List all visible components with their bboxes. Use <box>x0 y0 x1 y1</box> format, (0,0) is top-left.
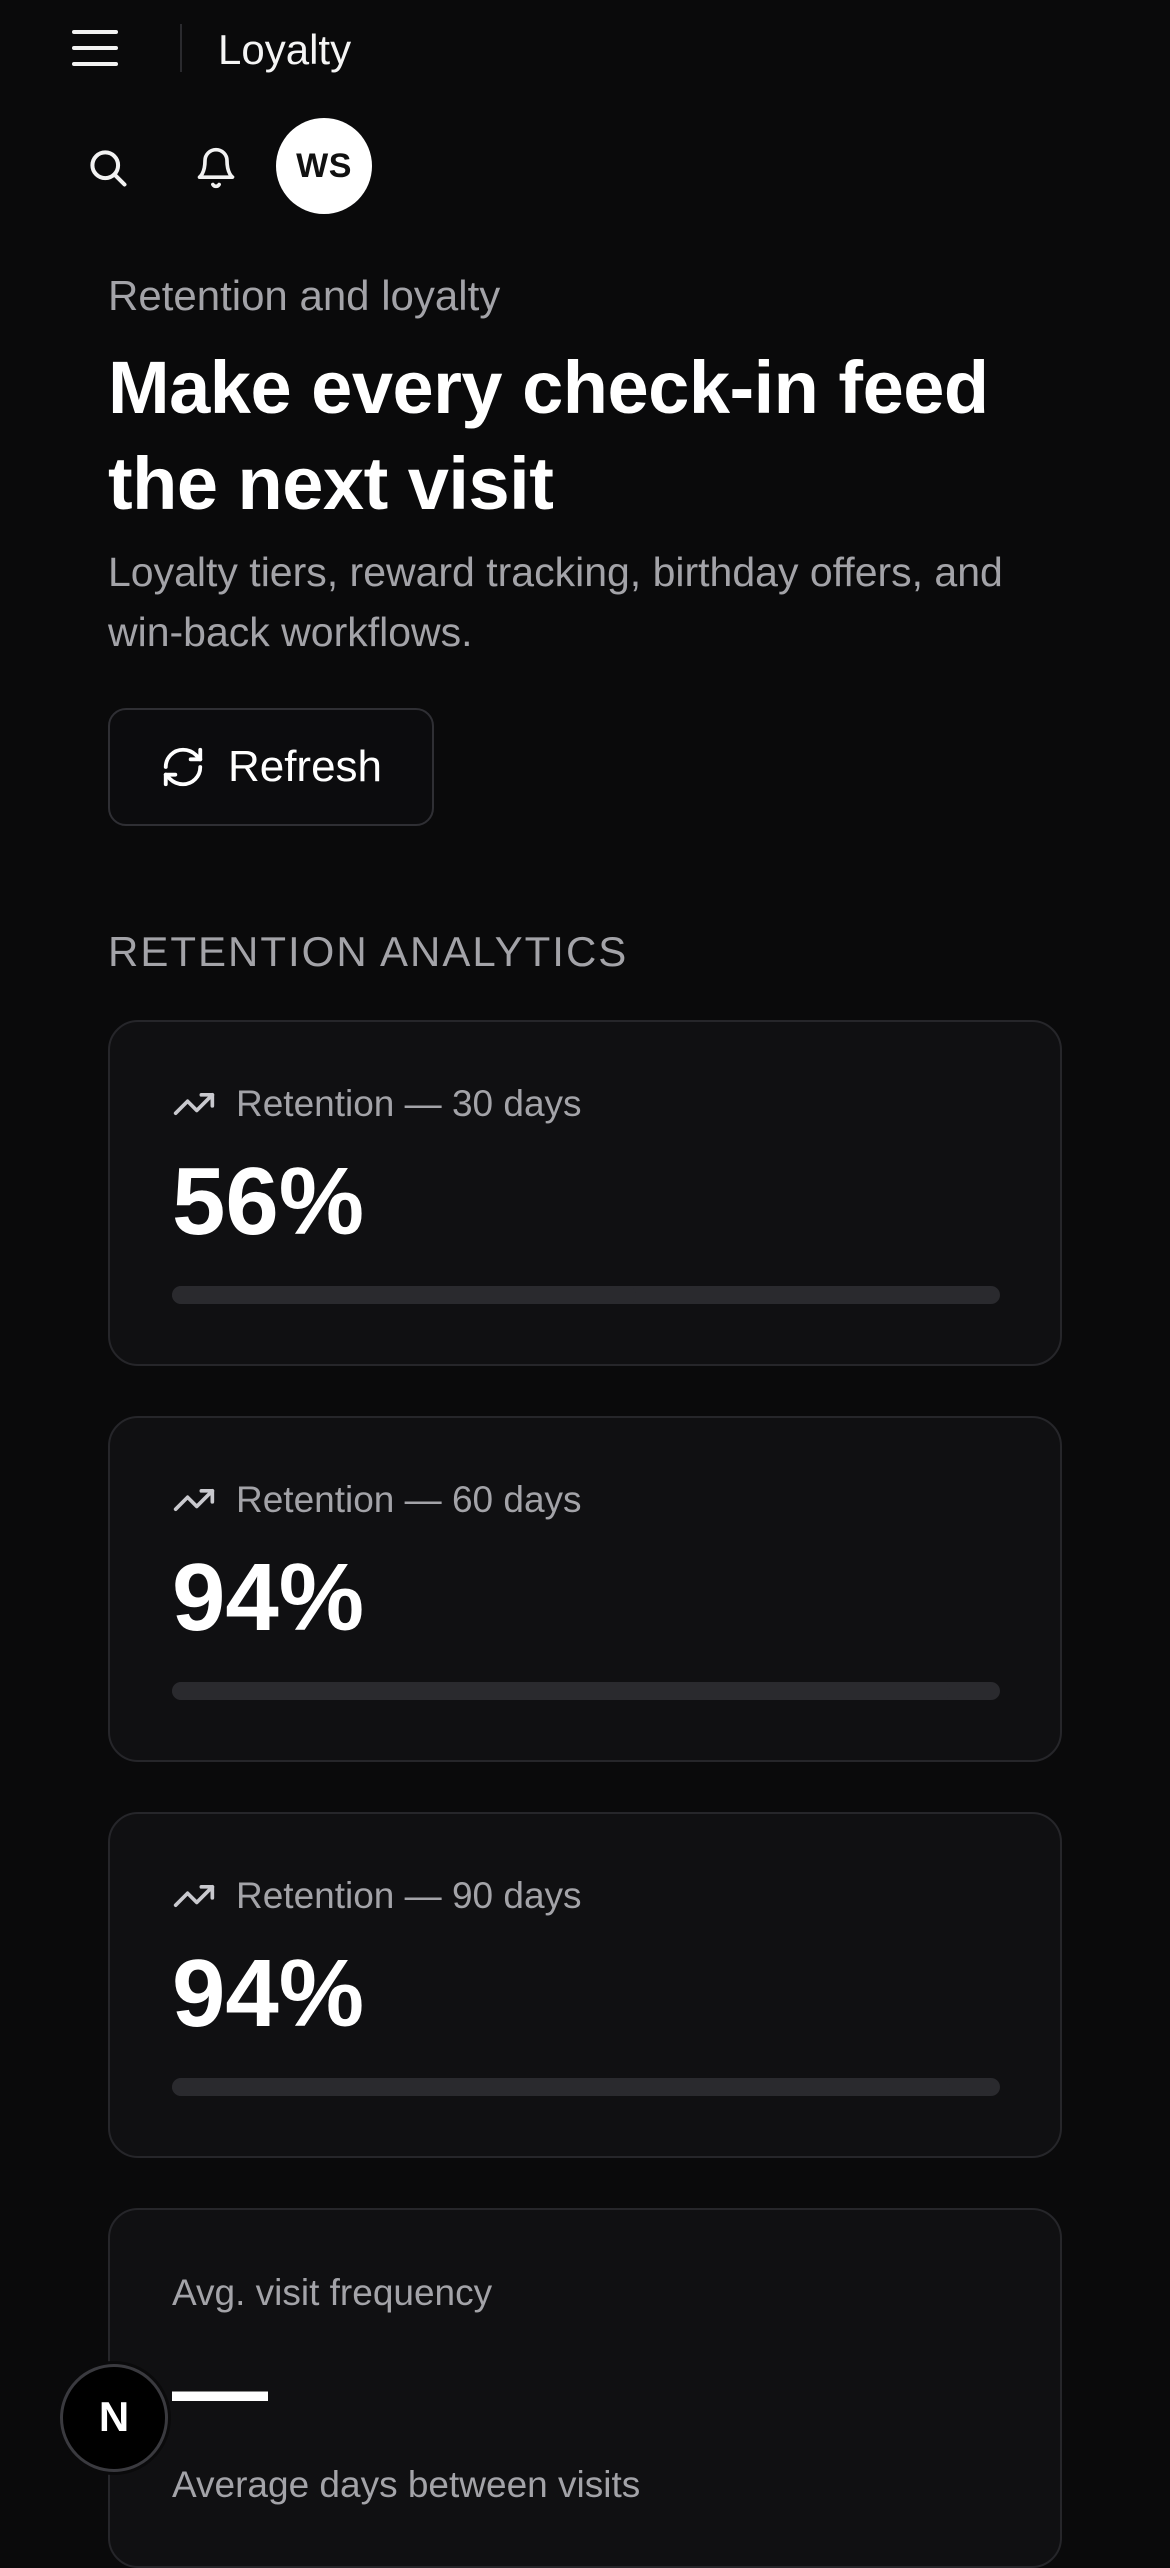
header-divider <box>180 24 182 72</box>
metric-header: Retention — 60 days <box>172 1478 582 1522</box>
badge-letter: N <box>99 2393 129 2440</box>
avatar[interactable]: WS <box>276 118 372 214</box>
trending-up-icon <box>172 1874 216 1918</box>
metric-value: 94% <box>172 1544 365 1651</box>
page-title: Make every check-in feed the next visit <box>108 346 989 525</box>
metric-value: — <box>172 2336 268 2443</box>
progress-fill <box>172 2078 951 2096</box>
metric-value: 56% <box>172 1148 365 1255</box>
trending-up-icon <box>172 1082 216 1126</box>
metric-value: 94% <box>172 1940 365 2047</box>
section-heading: RETENTION ANALYTICS <box>108 928 629 975</box>
metric-card-retention-60: Retention — 60 days 94% <box>108 1416 1062 1762</box>
page-subtitle: Loyalty tiers, reward tracking, birthday… <box>108 549 1003 655</box>
app-title: Loyalty <box>218 26 352 73</box>
header-actions: WS <box>0 118 1170 218</box>
metric-label: Retention — 30 days <box>236 1083 582 1124</box>
progress-bar <box>172 1682 1000 1700</box>
floating-n-badge[interactable]: N <box>60 2364 168 2472</box>
progress-fill <box>172 1682 951 1700</box>
page-eyebrow: Retention and loyalty <box>108 272 501 319</box>
trending-up-icon <box>172 1478 216 1522</box>
progress-bar <box>172 2078 1000 2096</box>
top-bar: Loyalty <box>0 0 1170 100</box>
metric-header: Retention — 30 days <box>172 1082 582 1126</box>
metric-note: Average days between visits <box>172 2464 641 2505</box>
refresh-label: Refresh <box>227 742 383 791</box>
metric-card-retention-90: Retention — 90 days 94% <box>108 1812 1062 2158</box>
refresh-icon <box>160 744 206 790</box>
bell-icon[interactable] <box>178 130 254 206</box>
metric-label: Retention — 90 days <box>236 1875 582 1916</box>
n-logo-icon: N <box>99 2393 129 2440</box>
metric-card-visit-frequency: Avg. visit frequency — Average days betw… <box>108 2208 1062 2568</box>
metric-label: Avg. visit frequency <box>172 2272 493 2313</box>
progress-bar <box>172 1286 1000 1304</box>
metric-card-retention-30: Retention — 30 days 56% <box>108 1020 1062 1366</box>
hamburger-menu-icon[interactable] <box>70 26 120 70</box>
progress-fill <box>172 1286 636 1304</box>
metric-label: Retention — 60 days <box>236 1479 582 1520</box>
metric-header: Retention — 90 days <box>172 1874 582 1918</box>
search-icon[interactable] <box>70 130 146 206</box>
refresh-button[interactable]: Refresh <box>108 708 434 826</box>
